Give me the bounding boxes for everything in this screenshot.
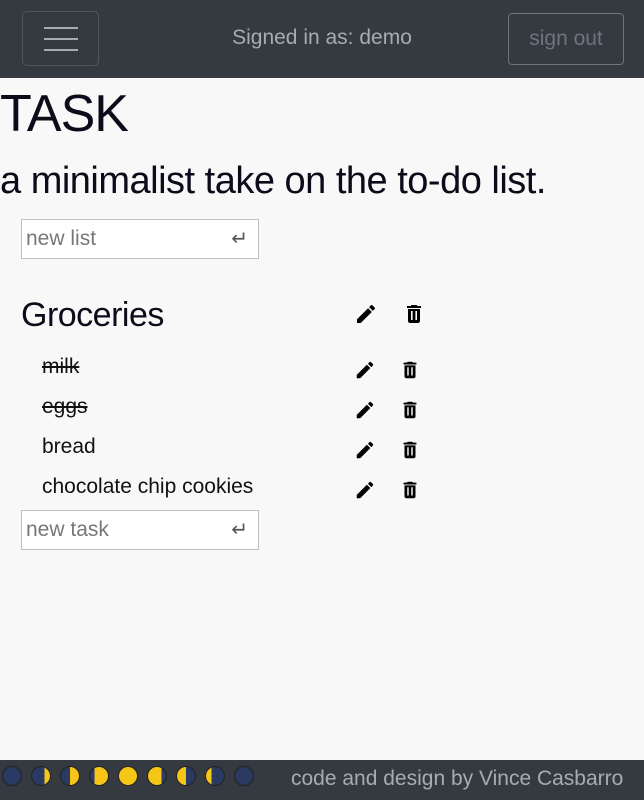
moon-first-quarter-icon — [60, 766, 80, 786]
new-task-input[interactable] — [22, 511, 222, 549]
enter-icon[interactable]: ↵ — [231, 226, 248, 250]
delete-list-trash-icon[interactable] — [402, 302, 426, 326]
moon-full-icon — [118, 766, 138, 786]
delete-task-trash-icon[interactable] — [399, 439, 421, 461]
moon-waning-crescent-icon — [205, 766, 225, 786]
delete-task-trash-icon[interactable] — [399, 359, 421, 381]
enter-icon[interactable]: ↵ — [231, 517, 248, 541]
new-list-field: ↵ — [21, 219, 259, 259]
new-list-input[interactable] — [22, 220, 222, 258]
sign-out-button[interactable]: sign out — [508, 13, 624, 65]
task-label[interactable]: bread — [42, 435, 96, 459]
moon-new-icon — [2, 766, 22, 786]
new-task-field: ↵ — [21, 510, 259, 550]
edit-task-pencil-icon[interactable] — [354, 479, 376, 501]
navbar: Signed in as: demo sign out — [0, 0, 644, 78]
moon-waning-gibbous-icon — [147, 766, 167, 786]
footer: code and design by Vince Casbarro — [0, 760, 644, 800]
moon-last-quarter-icon — [176, 766, 196, 786]
page-title: TASK — [0, 85, 129, 143]
task-label[interactable]: chocolate chip cookies — [42, 475, 253, 499]
moon-phases — [2, 766, 254, 786]
delete-task-trash-icon[interactable] — [399, 399, 421, 421]
moon-waxing-gibbous-icon — [89, 766, 109, 786]
edit-list-pencil-icon[interactable] — [354, 302, 378, 326]
task-label[interactable]: milk — [42, 355, 79, 379]
list-title: Groceries — [21, 296, 164, 334]
edit-task-pencil-icon[interactable] — [354, 359, 376, 381]
moon-new-icon — [234, 766, 254, 786]
edit-task-pencil-icon[interactable] — [354, 439, 376, 461]
page-subtitle: a minimalist take on the to-do list. — [0, 160, 546, 202]
task-label[interactable]: eggs — [42, 395, 88, 419]
edit-task-pencil-icon[interactable] — [354, 399, 376, 421]
delete-task-trash-icon[interactable] — [399, 479, 421, 501]
footer-credit: code and design by Vince Casbarro — [291, 767, 624, 790]
moon-waxing-crescent-icon — [31, 766, 51, 786]
